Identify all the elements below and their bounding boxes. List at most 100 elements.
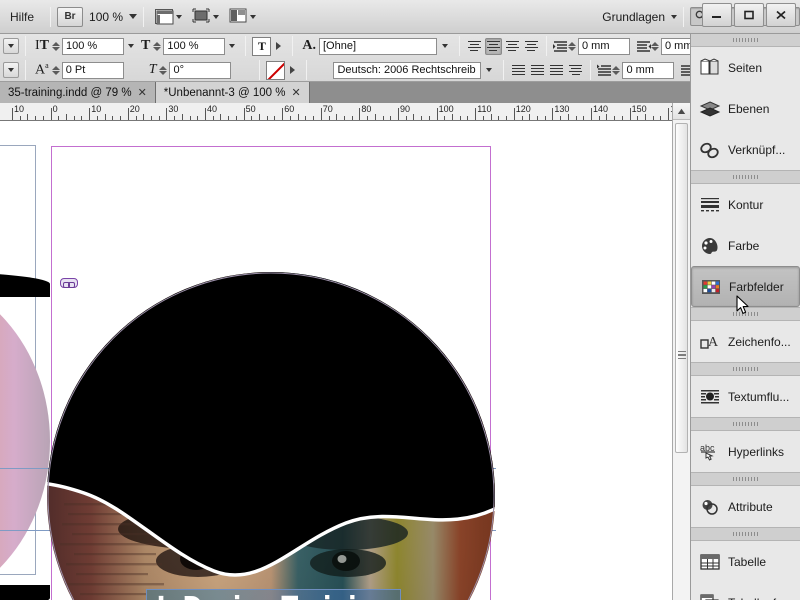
menu-help[interactable]: Hilfe [0,0,44,34]
dock-group-grip[interactable] [691,473,800,485]
align-right-button[interactable] [504,38,521,55]
link-badge-icon[interactable] [60,278,78,288]
artwork-circle[interactable] [46,271,496,600]
baseline-shift-field[interactable]: 0 Pt [61,61,124,79]
screen-mode-icon [155,9,174,25]
horizontal-ruler[interactable]: 1001020304050607080901001101201301401501… [0,103,672,121]
preview-mode-button[interactable] [187,8,224,26]
document-tab-1-close-icon[interactable]: ✕ [138,86,147,99]
align-center-button[interactable] [484,37,502,55]
ruler-minor-tick [297,114,299,120]
panel-item-farbe[interactable]: Farbe [691,225,800,266]
document-tab-2[interactable]: *Unbenannt-3 @ 100 % ✕ [155,82,310,103]
separator [683,6,684,27]
maximize-button[interactable] [734,3,764,27]
workspace-name[interactable]: Grundlagen [602,10,671,24]
justify-center-button[interactable] [529,62,546,79]
vertical-scale-dropdown-icon[interactable] [128,44,135,48]
document-tab-1[interactable]: 35-training.indd @ 79 % ✕ [0,82,156,103]
separator [292,36,294,56]
dock-group-grip[interactable] [691,34,800,46]
justify-all-button[interactable] [567,62,584,79]
dock-group-grip[interactable] [691,363,800,375]
control-panel: IT 100 % T 100 % T A. [Ohne] 0 mm 0 mm A… [0,34,800,82]
panel-item-seiten[interactable]: Seiten [691,47,800,88]
stroke-options-arrow-icon[interactable] [290,66,296,74]
text-fill-swatch-icon[interactable]: T [252,36,272,56]
separator [306,60,308,80]
justify-left-button[interactable] [510,62,527,79]
dock-group-grip[interactable] [691,528,800,540]
language-dropdown-icon[interactable] [486,68,493,72]
panel-item-verknüpf[interactable]: Verknüpf... [691,129,800,170]
scrollbar-thumb[interactable] [675,123,688,453]
close-button[interactable] [766,3,796,27]
screen-mode-button[interactable] [150,9,187,25]
indent-left-field[interactable]: 0 mm [577,37,630,55]
character-style-field[interactable]: [Ohne] [318,37,437,55]
chevron-down-icon[interactable] [250,14,257,19]
document-tab-2-close-icon[interactable]: ✕ [291,86,300,99]
skew-stepper[interactable] [159,62,168,79]
zoom-dropdown-caret-icon[interactable] [129,14,138,19]
dock-group-grip[interactable] [691,171,800,183]
ruler-minor-tick [343,116,345,120]
separator [143,6,145,27]
skew-icon: T [148,62,157,77]
baseline-shift-stepper[interactable] [51,62,61,79]
ruler-minor-tick [66,114,68,120]
control-panel-toggle-row1[interactable] [3,38,19,54]
panel-item-hyperlinks[interactable]: abc Hyperlinks [691,431,800,472]
indent-first-field[interactable]: 0 mm [622,61,675,79]
horizontal-scale-stepper[interactable] [153,38,162,55]
ruler-minor-tick [637,116,639,120]
horizontal-scale-field[interactable]: 100 % [163,37,226,55]
dock-group-grip[interactable] [691,418,800,430]
panel-item-tabellenfo[interactable]: Tabellenfo... [691,582,800,600]
workspace-dropdown-caret-icon[interactable] [671,14,677,19]
ruler-minor-tick [614,116,616,120]
chevron-down-icon[interactable] [213,14,220,19]
layout-mode-icon [229,8,247,26]
vertical-scale-stepper[interactable] [52,38,61,55]
zoom-level-value[interactable]: 100 % [83,10,129,24]
align-justify-last-left-button[interactable] [523,38,540,55]
indent-left-stepper[interactable] [567,38,577,55]
separator [458,36,460,56]
indent-right-stepper[interactable] [650,38,660,55]
panel-item-textumflu[interactable]: Textumflu... [691,376,800,417]
vertical-scale-field[interactable]: 100 % [62,37,125,55]
language-field[interactable]: Deutsch: 2006 Rechtschreib [333,61,482,79]
ruler-minor-tick [96,116,98,120]
align-left-button[interactable] [466,38,483,55]
ruler-label: 120 [515,104,531,114]
ruler-minor-tick [135,116,137,120]
character-style-dropdown-icon[interactable] [441,44,448,48]
panel-item-tabelle[interactable]: Tabelle [691,541,800,582]
chevron-down-icon[interactable] [176,14,183,19]
dock-resize-grip[interactable] [678,348,686,362]
panel-item-label: Ebenen [728,101,770,116]
indent-first-stepper[interactable] [612,62,621,79]
ruler-minor-tick [459,116,461,120]
ruler-label: 10 [91,104,102,114]
panel-item-attribute[interactable]: Attribute [691,486,800,527]
text-frame-selected[interactable]: InDesign-Training [146,589,401,600]
scroll-up-arrow-icon[interactable] [673,103,690,120]
control-panel-toggle-row2[interactable] [3,62,19,78]
layout-mode-button[interactable] [224,8,261,26]
panel-item-ebenen[interactable]: Ebenen [691,88,800,129]
ruler-minor-tick [351,116,353,120]
panel-item-zeichenfo[interactable]: A Zeichenfo... [691,321,800,362]
fill-options-arrow-icon[interactable] [276,42,282,50]
justify-right-button[interactable] [548,62,565,79]
none-swatch-icon[interactable] [266,60,286,80]
minimize-button[interactable] [702,3,732,27]
horizontal-scale-dropdown-icon[interactable] [229,44,236,48]
document-canvas[interactable]: InDesign-Training [0,121,672,600]
bridge-button[interactable]: Br [57,6,84,27]
separator [25,60,26,80]
ruler-label: 80 [361,104,372,114]
panel-item-kontur[interactable]: Kontur [691,184,800,225]
skew-field[interactable]: 0° [169,61,232,79]
